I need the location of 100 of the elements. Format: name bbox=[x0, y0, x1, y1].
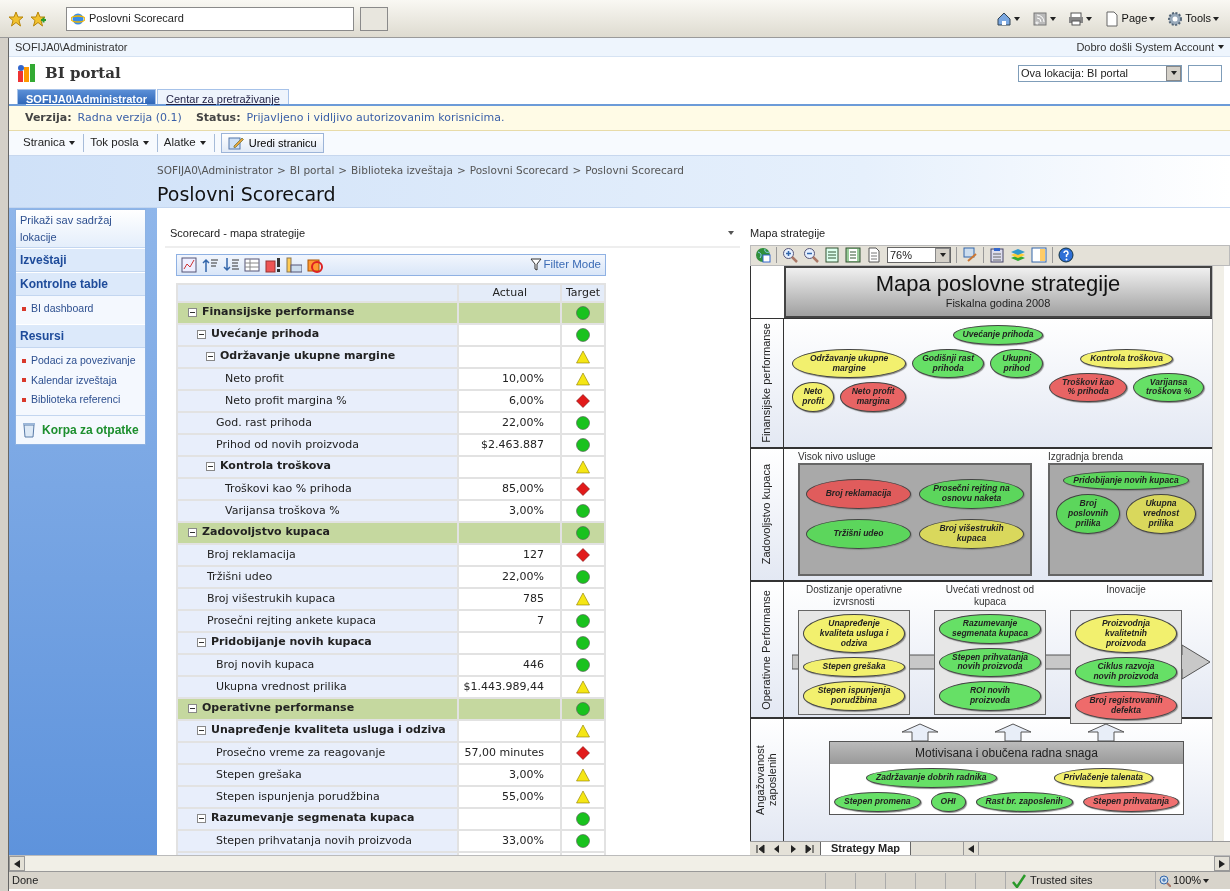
strategy-node[interactable]: Stepen ispunjenja porudžbina bbox=[803, 681, 905, 711]
strategy-node[interactable]: Ukupni prihod bbox=[990, 348, 1044, 379]
strategy-node[interactable]: Neto profit margina bbox=[840, 382, 907, 412]
gear-icon bbox=[1167, 10, 1184, 27]
breadcrumb-link[interactable]: BI portal bbox=[289, 163, 335, 179]
scope-dropdown[interactable]: Ova lokacija: BI portal bbox=[1018, 64, 1182, 82]
nav-link[interactable]: BI dashboard bbox=[16, 299, 145, 319]
sort-ascending-icon[interactable] bbox=[202, 256, 218, 273]
clipboard-icon[interactable] bbox=[989, 247, 1005, 264]
strategy-node[interactable]: Prosečni rejting na osnovu naketa bbox=[919, 478, 1024, 509]
toolbar-menu-button[interactable]: Tools bbox=[1164, 10, 1222, 27]
strategy-node[interactable]: Stepen prihvatanja bbox=[1082, 791, 1179, 812]
page-fit-icon[interactable] bbox=[824, 247, 840, 264]
collapse-icon[interactable] bbox=[188, 307, 197, 317]
nav-link[interactable]: Biblioteka referenci bbox=[16, 390, 145, 410]
horizontal-scrollbar[interactable] bbox=[9, 855, 1230, 871]
collapse-icon[interactable] bbox=[188, 527, 197, 537]
strategy-node[interactable]: ROI novih proizvoda bbox=[939, 681, 1041, 711]
strategy-node[interactable]: Privlačenje talenata bbox=[1053, 768, 1153, 788]
panel-icon[interactable] bbox=[1031, 247, 1047, 264]
edit-page-button[interactable]: Uredi stranicu bbox=[220, 132, 324, 154]
nav-heading-link[interactable]: Resursi bbox=[16, 323, 145, 348]
scroll-left-button[interactable] bbox=[963, 841, 980, 855]
strategy-node[interactable]: Unapređenje kvaliteta usluga i odziva bbox=[803, 614, 905, 654]
zoom-level-button[interactable]: 100% bbox=[1155, 872, 1230, 889]
toolbar-menu-button[interactable]: Page bbox=[1100, 10, 1159, 27]
strategy-node[interactable]: Kontrola troškova bbox=[1080, 348, 1173, 369]
help-icon[interactable] bbox=[1058, 247, 1074, 264]
strategy-node[interactable]: Stepen promena bbox=[834, 791, 921, 812]
pen-icon[interactable] bbox=[962, 247, 978, 264]
sort-descending-icon[interactable] bbox=[223, 256, 239, 273]
zoom-in-icon[interactable] bbox=[782, 247, 798, 264]
strategy-node[interactable]: Tržišni udeo bbox=[806, 518, 911, 549]
sheet-tab[interactable]: Strategy Map bbox=[820, 841, 912, 855]
collapse-icon[interactable] bbox=[188, 703, 197, 713]
nav-link[interactable]: Podaci za povezivanje bbox=[16, 350, 145, 371]
grid-icon[interactable] bbox=[244, 256, 260, 273]
star-icon[interactable] bbox=[8, 10, 24, 27]
strategy-node[interactable]: Rast br. zaposlenih bbox=[975, 791, 1073, 812]
page-menu[interactable]: Stranica bbox=[17, 134, 85, 152]
number-icon[interactable] bbox=[286, 256, 302, 273]
nav-heading-link[interactable]: Izveštaji bbox=[16, 248, 145, 272]
globe-icon[interactable] bbox=[755, 247, 771, 264]
strategy-node[interactable]: Stepen prihvatanja novih proizvoda bbox=[939, 647, 1041, 678]
recycle-bin-link[interactable]: Korpa za otpatke bbox=[16, 415, 145, 444]
strategy-node[interactable]: Broj poslovnih prilika bbox=[1056, 494, 1121, 534]
web-part-menu-icon[interactable] bbox=[728, 231, 734, 236]
page-menu[interactable]: Tok posla bbox=[84, 134, 158, 152]
previous-sheet-icon[interactable] bbox=[772, 843, 782, 854]
strategy-node[interactable]: Održavanje ukupne margine bbox=[792, 348, 907, 379]
strategy-node[interactable]: Stepen grešaka bbox=[803, 657, 905, 678]
collapse-icon[interactable] bbox=[197, 813, 206, 823]
strategy-node[interactable]: Neto profit bbox=[792, 382, 835, 412]
browser-tab[interactable]: Poslovni Scorecard bbox=[66, 6, 354, 31]
page-icon[interactable] bbox=[866, 247, 882, 264]
collapse-icon[interactable] bbox=[197, 329, 206, 339]
strategy-node[interactable]: Pridobijanje novih kupaca bbox=[1063, 470, 1189, 491]
collapse-icon[interactable] bbox=[206, 351, 215, 361]
zoom-out-icon[interactable] bbox=[803, 247, 819, 264]
zoom-dropdown[interactable]: 76% bbox=[887, 247, 951, 264]
strategy-node[interactable]: Broj registrovanih defekta bbox=[1075, 690, 1177, 721]
top-nav-tab[interactable]: Centar za pretraživanje bbox=[157, 89, 289, 104]
alert-icon[interactable] bbox=[265, 256, 281, 273]
filter-mode-button[interactable]: Filter Mode bbox=[530, 255, 601, 274]
view-all-content-link[interactable]: Prikaži sav sadržaj lokacije bbox=[16, 210, 145, 248]
last-sheet-icon[interactable] bbox=[804, 843, 814, 854]
strategy-node[interactable]: Uvećanje prihoda bbox=[952, 325, 1044, 345]
nav-link[interactable]: Kalendar izveštaja bbox=[16, 370, 145, 391]
strategy-node[interactable]: Ciklus razvoja novih proizvoda bbox=[1075, 657, 1177, 687]
strategy-node[interactable]: Broj višestrukih kupaca bbox=[919, 518, 1024, 549]
breadcrumb-link[interactable]: SOFIJA0\Administrator bbox=[157, 163, 273, 179]
page-width-icon[interactable] bbox=[845, 247, 861, 264]
web-part-title-link[interactable]: Mapa strategije bbox=[750, 225, 826, 242]
first-sheet-icon[interactable] bbox=[756, 843, 766, 854]
new-tab-button[interactable] bbox=[360, 6, 388, 31]
strategy-node[interactable]: Razumevanje segmenata kupaca bbox=[939, 614, 1041, 644]
strategy-node[interactable]: Godišnji rast prihoda bbox=[912, 348, 985, 379]
next-sheet-icon[interactable] bbox=[788, 843, 798, 854]
strategy-node[interactable]: Varijansa troškova % bbox=[1133, 372, 1204, 403]
collapse-icon[interactable] bbox=[197, 725, 206, 735]
top-nav-tab[interactable]: SOFIJA0\Administrator bbox=[17, 89, 157, 104]
page-menu[interactable]: Alatke bbox=[157, 134, 215, 152]
search-field[interactable] bbox=[1188, 64, 1222, 82]
vertical-scrollbar[interactable] bbox=[1212, 266, 1224, 841]
star-plus-icon[interactable] bbox=[30, 10, 46, 27]
collapse-icon[interactable] bbox=[206, 461, 215, 471]
breadcrumb-link[interactable]: Poslovni Scorecard bbox=[469, 163, 569, 179]
web-part-title-link[interactable]: Scorecard - mapa strategije bbox=[170, 225, 306, 242]
strategy-node[interactable]: Troškovi kao % prihoda bbox=[1049, 372, 1128, 403]
breadcrumb-link[interactable]: Biblioteka izveštaja bbox=[351, 163, 453, 179]
strategy-node[interactable]: OHI bbox=[930, 791, 966, 812]
stop-icon[interactable] bbox=[307, 256, 323, 273]
strategy-node[interactable]: Zadržavanje dobrih radnika bbox=[866, 768, 997, 788]
nav-heading-link[interactable]: Kontrolne table bbox=[16, 272, 145, 296]
collapse-icon[interactable] bbox=[197, 637, 206, 647]
strategy-node[interactable]: Ukupna vrednost prilika bbox=[1126, 494, 1196, 534]
strategy-node[interactable]: Proizvodnja kvalitetnih proizvoda bbox=[1075, 614, 1177, 654]
chart-icon[interactable] bbox=[181, 256, 197, 273]
strategy-node[interactable]: Broj reklamacija bbox=[806, 478, 911, 509]
welcome-menu[interactable]: Dobro došli System Account bbox=[1076, 38, 1224, 56]
